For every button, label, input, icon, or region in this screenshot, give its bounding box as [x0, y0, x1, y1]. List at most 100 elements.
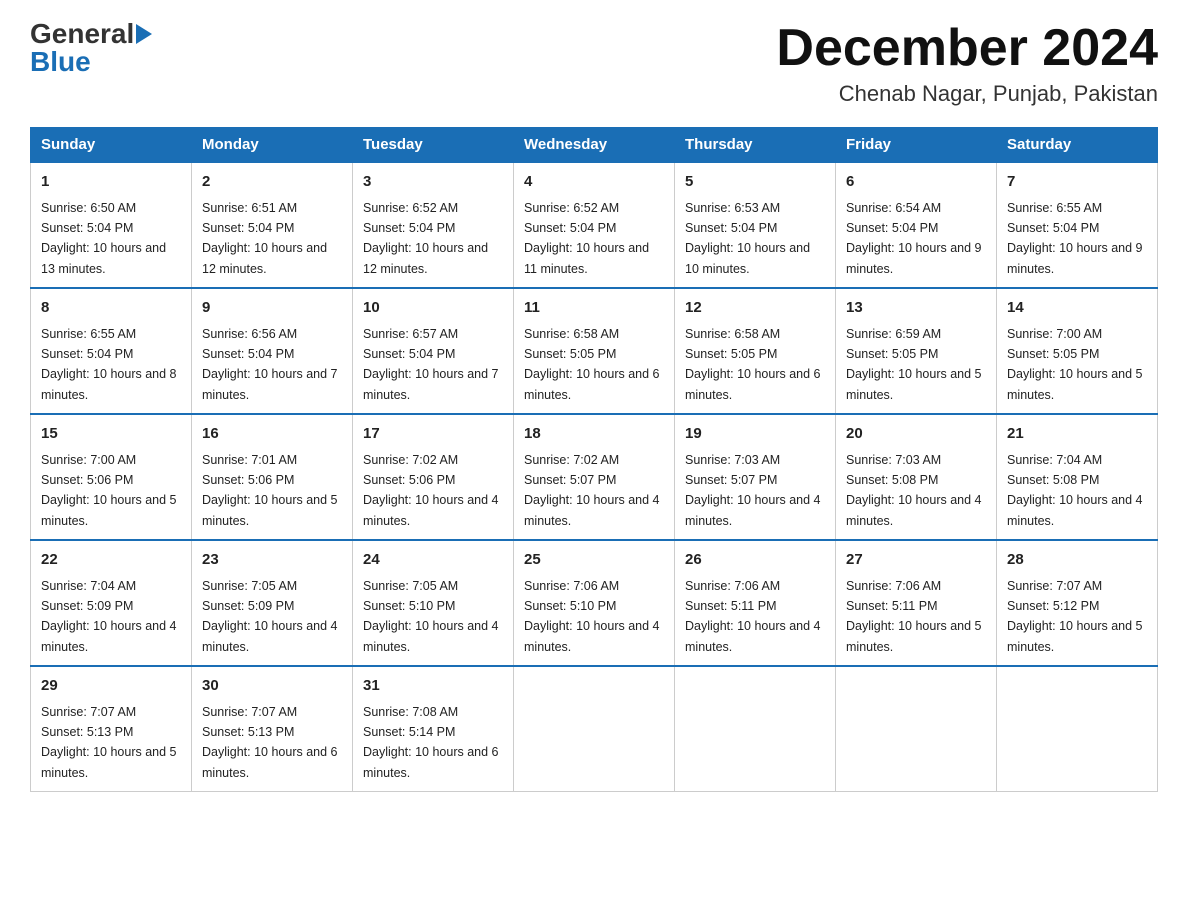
- calendar-day-cell: 10 Sunrise: 6:57 AMSunset: 5:04 PMDaylig…: [353, 288, 514, 414]
- month-title: December 2024: [776, 20, 1158, 77]
- day-number: 10: [363, 297, 503, 320]
- day-info: Sunrise: 7:06 AMSunset: 5:11 PMDaylight:…: [846, 579, 982, 654]
- day-number: 9: [202, 297, 342, 320]
- calendar-body: 1 Sunrise: 6:50 AMSunset: 5:04 PMDayligh…: [31, 162, 1158, 792]
- day-number: 7: [1007, 171, 1147, 194]
- calendar-day-cell: 12 Sunrise: 6:58 AMSunset: 5:05 PMDaylig…: [675, 288, 836, 414]
- day-info: Sunrise: 7:06 AMSunset: 5:10 PMDaylight:…: [524, 579, 660, 654]
- calendar-day-cell: 31 Sunrise: 7:08 AMSunset: 5:14 PMDaylig…: [353, 666, 514, 792]
- calendar-day-cell: [675, 666, 836, 792]
- calendar-day-cell: 20 Sunrise: 7:03 AMSunset: 5:08 PMDaylig…: [836, 414, 997, 540]
- day-info: Sunrise: 7:05 AMSunset: 5:10 PMDaylight:…: [363, 579, 499, 654]
- day-number: 28: [1007, 549, 1147, 572]
- calendar-day-cell: 9 Sunrise: 6:56 AMSunset: 5:04 PMDayligh…: [192, 288, 353, 414]
- day-number: 18: [524, 423, 664, 446]
- logo-blue: Blue: [30, 48, 91, 76]
- day-number: 17: [363, 423, 503, 446]
- day-info: Sunrise: 7:04 AMSunset: 5:08 PMDaylight:…: [1007, 453, 1143, 528]
- day-info: Sunrise: 7:02 AMSunset: 5:06 PMDaylight:…: [363, 453, 499, 528]
- calendar-day-cell: 25 Sunrise: 7:06 AMSunset: 5:10 PMDaylig…: [514, 540, 675, 666]
- calendar-day-cell: 17 Sunrise: 7:02 AMSunset: 5:06 PMDaylig…: [353, 414, 514, 540]
- calendar-day-cell: 27 Sunrise: 7:06 AMSunset: 5:11 PMDaylig…: [836, 540, 997, 666]
- day-number: 20: [846, 423, 986, 446]
- day-info: Sunrise: 7:03 AMSunset: 5:08 PMDaylight:…: [846, 453, 982, 528]
- day-info: Sunrise: 6:57 AMSunset: 5:04 PMDaylight:…: [363, 327, 499, 402]
- day-info: Sunrise: 6:59 AMSunset: 5:05 PMDaylight:…: [846, 327, 982, 402]
- calendar-header-friday: Friday: [836, 128, 997, 163]
- calendar-day-cell: 11 Sunrise: 6:58 AMSunset: 5:05 PMDaylig…: [514, 288, 675, 414]
- day-number: 8: [41, 297, 181, 320]
- calendar-day-cell: 21 Sunrise: 7:04 AMSunset: 5:08 PMDaylig…: [997, 414, 1158, 540]
- day-number: 4: [524, 171, 664, 194]
- calendar-day-cell: 6 Sunrise: 6:54 AMSunset: 5:04 PMDayligh…: [836, 162, 997, 288]
- day-number: 15: [41, 423, 181, 446]
- calendar-week-row: 1 Sunrise: 6:50 AMSunset: 5:04 PMDayligh…: [31, 162, 1158, 288]
- day-info: Sunrise: 6:52 AMSunset: 5:04 PMDaylight:…: [363, 201, 488, 276]
- day-info: Sunrise: 7:01 AMSunset: 5:06 PMDaylight:…: [202, 453, 338, 528]
- day-number: 1: [41, 171, 181, 194]
- calendar-day-cell: 30 Sunrise: 7:07 AMSunset: 5:13 PMDaylig…: [192, 666, 353, 792]
- calendar-day-cell: 1 Sunrise: 6:50 AMSunset: 5:04 PMDayligh…: [31, 162, 192, 288]
- day-number: 13: [846, 297, 986, 320]
- calendar-day-cell: 29 Sunrise: 7:07 AMSunset: 5:13 PMDaylig…: [31, 666, 192, 792]
- day-info: Sunrise: 7:05 AMSunset: 5:09 PMDaylight:…: [202, 579, 338, 654]
- calendar-day-cell: 14 Sunrise: 7:00 AMSunset: 5:05 PMDaylig…: [997, 288, 1158, 414]
- calendar-header-row: SundayMondayTuesdayWednesdayThursdayFrid…: [31, 128, 1158, 163]
- day-info: Sunrise: 7:06 AMSunset: 5:11 PMDaylight:…: [685, 579, 821, 654]
- day-number: 16: [202, 423, 342, 446]
- calendar-week-row: 15 Sunrise: 7:00 AMSunset: 5:06 PMDaylig…: [31, 414, 1158, 540]
- calendar-day-cell: 16 Sunrise: 7:01 AMSunset: 5:06 PMDaylig…: [192, 414, 353, 540]
- day-number: 3: [363, 171, 503, 194]
- calendar-day-cell: 3 Sunrise: 6:52 AMSunset: 5:04 PMDayligh…: [353, 162, 514, 288]
- day-number: 23: [202, 549, 342, 572]
- location-subtitle: Chenab Nagar, Punjab, Pakistan: [776, 81, 1158, 107]
- calendar-day-cell: [836, 666, 997, 792]
- day-info: Sunrise: 7:04 AMSunset: 5:09 PMDaylight:…: [41, 579, 177, 654]
- calendar-day-cell: 7 Sunrise: 6:55 AMSunset: 5:04 PMDayligh…: [997, 162, 1158, 288]
- calendar-day-cell: 4 Sunrise: 6:52 AMSunset: 5:04 PMDayligh…: [514, 162, 675, 288]
- day-number: 11: [524, 297, 664, 320]
- day-number: 12: [685, 297, 825, 320]
- day-info: Sunrise: 6:56 AMSunset: 5:04 PMDaylight:…: [202, 327, 338, 402]
- calendar-header-wednesday: Wednesday: [514, 128, 675, 163]
- calendar-day-cell: 5 Sunrise: 6:53 AMSunset: 5:04 PMDayligh…: [675, 162, 836, 288]
- day-info: Sunrise: 6:58 AMSunset: 5:05 PMDaylight:…: [524, 327, 660, 402]
- calendar-week-row: 22 Sunrise: 7:04 AMSunset: 5:09 PMDaylig…: [31, 540, 1158, 666]
- day-info: Sunrise: 6:50 AMSunset: 5:04 PMDaylight:…: [41, 201, 166, 276]
- calendar-header-tuesday: Tuesday: [353, 128, 514, 163]
- day-info: Sunrise: 6:55 AMSunset: 5:04 PMDaylight:…: [41, 327, 177, 402]
- day-info: Sunrise: 6:54 AMSunset: 5:04 PMDaylight:…: [846, 201, 982, 276]
- day-info: Sunrise: 7:00 AMSunset: 5:06 PMDaylight:…: [41, 453, 177, 528]
- page-header: General Blue December 2024 Chenab Nagar,…: [30, 20, 1158, 107]
- calendar-day-cell: 13 Sunrise: 6:59 AMSunset: 5:05 PMDaylig…: [836, 288, 997, 414]
- calendar-day-cell: [514, 666, 675, 792]
- logo-general: General: [30, 20, 134, 48]
- day-number: 22: [41, 549, 181, 572]
- calendar-week-row: 8 Sunrise: 6:55 AMSunset: 5:04 PMDayligh…: [31, 288, 1158, 414]
- day-info: Sunrise: 6:51 AMSunset: 5:04 PMDaylight:…: [202, 201, 327, 276]
- day-info: Sunrise: 7:00 AMSunset: 5:05 PMDaylight:…: [1007, 327, 1143, 402]
- day-number: 24: [363, 549, 503, 572]
- day-info: Sunrise: 6:55 AMSunset: 5:04 PMDaylight:…: [1007, 201, 1143, 276]
- calendar-day-cell: [997, 666, 1158, 792]
- day-number: 14: [1007, 297, 1147, 320]
- calendar-day-cell: 15 Sunrise: 7:00 AMSunset: 5:06 PMDaylig…: [31, 414, 192, 540]
- calendar-day-cell: 23 Sunrise: 7:05 AMSunset: 5:09 PMDaylig…: [192, 540, 353, 666]
- day-info: Sunrise: 7:08 AMSunset: 5:14 PMDaylight:…: [363, 705, 499, 780]
- day-info: Sunrise: 6:52 AMSunset: 5:04 PMDaylight:…: [524, 201, 649, 276]
- day-info: Sunrise: 6:58 AMSunset: 5:05 PMDaylight:…: [685, 327, 821, 402]
- calendar-header-monday: Monday: [192, 128, 353, 163]
- day-number: 19: [685, 423, 825, 446]
- day-number: 5: [685, 171, 825, 194]
- calendar-day-cell: 26 Sunrise: 7:06 AMSunset: 5:11 PMDaylig…: [675, 540, 836, 666]
- day-info: Sunrise: 6:53 AMSunset: 5:04 PMDaylight:…: [685, 201, 810, 276]
- calendar-day-cell: 22 Sunrise: 7:04 AMSunset: 5:09 PMDaylig…: [31, 540, 192, 666]
- logo: General Blue: [30, 20, 152, 76]
- calendar-header-sunday: Sunday: [31, 128, 192, 163]
- calendar-table: SundayMondayTuesdayWednesdayThursdayFrid…: [30, 127, 1158, 792]
- day-info: Sunrise: 7:02 AMSunset: 5:07 PMDaylight:…: [524, 453, 660, 528]
- calendar-header-thursday: Thursday: [675, 128, 836, 163]
- day-number: 29: [41, 675, 181, 698]
- day-number: 30: [202, 675, 342, 698]
- calendar-week-row: 29 Sunrise: 7:07 AMSunset: 5:13 PMDaylig…: [31, 666, 1158, 792]
